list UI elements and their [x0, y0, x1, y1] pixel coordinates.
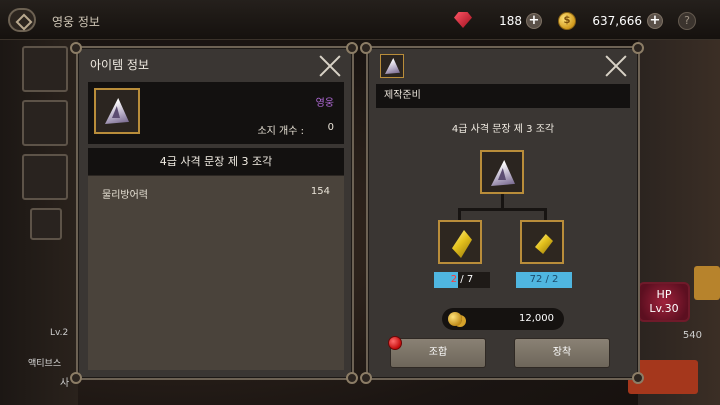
gold-coin-icon	[448, 312, 462, 326]
stat-row: 물리방어력 154	[88, 176, 344, 202]
panel-corner-ornament	[632, 372, 644, 384]
crafting-item-thumbnail	[380, 54, 404, 78]
material-slot[interactable]	[438, 220, 482, 264]
material-count-text: 72 / 2	[516, 272, 572, 288]
combine-button[interactable]: 조합	[390, 338, 486, 368]
add-gold-button[interactable]: +	[647, 13, 663, 29]
item-name: 4급 사격 문장 제 3 조각	[88, 148, 344, 176]
owned-count-label: 소지 개수 :	[257, 126, 304, 137]
skill-label: 액티브스	[28, 359, 62, 369]
equip-button[interactable]: 장착	[514, 338, 610, 368]
yellow-crystal-shard-icon	[535, 234, 553, 254]
red-gem-icon	[454, 12, 472, 28]
craft-target-slot[interactable]	[480, 150, 524, 194]
item-info-panel: 아이템 정보 영웅 소지 개수 : 0 4급 사격 문장 제 3 조각 물리방어…	[76, 46, 354, 380]
owned-count-value: 0	[327, 122, 334, 133]
equipment-slot-weapon[interactable]	[22, 46, 68, 92]
yellow-crystal-icon	[452, 230, 472, 258]
edit-icon[interactable]	[30, 208, 62, 240]
material-count-text: 2 / 7	[434, 272, 490, 288]
craft-prep-header: 제작준비	[376, 84, 630, 108]
item-stat-box: 4급 사격 문장 제 3 조각 물리방어력 154	[88, 148, 344, 370]
close-icon[interactable]	[318, 54, 342, 78]
craft-cost: 12,000	[442, 308, 564, 330]
panel-corner-ornament	[346, 42, 358, 54]
craft-cost-value: 12,000	[519, 313, 554, 324]
equipment-slot-crest[interactable]	[22, 154, 68, 200]
craft-target-name: 4급 사격 문장 제 3 조각	[451, 124, 555, 135]
close-icon[interactable]	[604, 54, 628, 78]
material-count: 72 / 2	[516, 272, 572, 288]
stat-value: 154	[310, 186, 330, 197]
back-button[interactable]	[8, 8, 36, 32]
material-count: 2 / 7	[434, 272, 490, 288]
hp-level: Lv.30	[649, 302, 679, 315]
gold-coin-icon: $	[558, 12, 576, 30]
stat-name: 물리방어력	[102, 190, 148, 201]
hp-badge: HP Lv.30	[638, 282, 690, 322]
top-bar: 영웅 정보 188 + $ 637,666 + ?	[0, 0, 720, 40]
panel-corner-ornament	[70, 42, 82, 54]
recipe-tree-line	[458, 208, 546, 211]
skill-level: Lv.2	[50, 328, 69, 338]
page-title: 영웅 정보	[52, 15, 100, 29]
item-grade: 영웅	[315, 98, 334, 109]
item-slot	[94, 88, 140, 134]
material-slot[interactable]	[520, 220, 564, 264]
side-gold-button[interactable]	[694, 266, 720, 300]
equipment-slot-armor[interactable]	[22, 100, 68, 146]
material-have: 72	[529, 274, 543, 285]
gem-count: 188	[499, 14, 522, 28]
notification-dot	[388, 336, 402, 350]
panel-corner-ornament	[346, 372, 358, 384]
crafting-panel: 제작준비 4급 사격 문장 제 3 조각 2 / 7 72 / 2 12,000…	[366, 46, 640, 380]
triangle-crest-fragment-icon	[385, 58, 400, 74]
panel-corner-ornament	[70, 372, 82, 384]
item-header: 영웅 소지 개수 : 0	[88, 82, 344, 144]
panel-corner-ornament	[632, 42, 644, 54]
hero-equipment-column: 액티브스 Lv.2 사	[0, 40, 78, 405]
panel-corner-ornament	[360, 42, 372, 54]
recipe-tree-line	[544, 208, 547, 220]
hp-label: HP	[656, 288, 672, 301]
material-need: 7	[466, 274, 474, 285]
help-button[interactable]: ?	[678, 12, 696, 30]
panel-corner-ornament	[360, 372, 372, 384]
panel-title: 아이템 정보	[90, 58, 150, 72]
gold-count: 637,666	[592, 14, 642, 28]
recipe-tree-line	[458, 208, 461, 220]
background-value: 540	[682, 330, 702, 341]
add-gems-button[interactable]: +	[526, 13, 542, 29]
material-need: 2	[552, 274, 559, 285]
material-separator: /	[542, 274, 553, 285]
material-separator: /	[457, 274, 467, 285]
bottom-left-label: 사	[60, 378, 70, 389]
hero-stats-area	[638, 40, 720, 405]
